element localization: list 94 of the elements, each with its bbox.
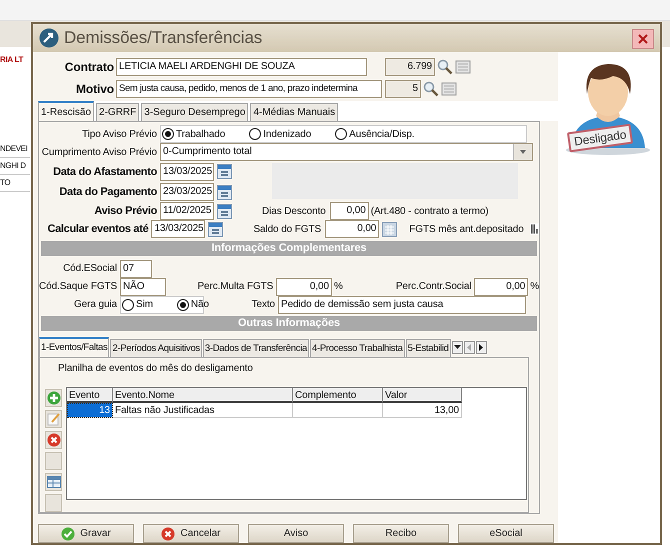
scroll-right-button[interactable]	[476, 340, 487, 354]
field-label: Data do Afastamento	[52, 166, 157, 178]
radio-option[interactable]: Indenizado	[249, 128, 312, 140]
field-note: (Art.480 - contrato a termo)	[370, 206, 489, 217]
field-label: Contrato	[64, 60, 114, 74]
tab[interactable]: 2-Períodos Aquisitivos	[110, 338, 202, 357]
table-icon	[46, 474, 60, 489]
delete-icon	[46, 432, 60, 447]
close-button[interactable]	[632, 29, 654, 49]
add-button[interactable]	[45, 388, 62, 407]
close-icon	[638, 34, 648, 44]
dropdown-field[interactable]: 0-Cumprimento total	[160, 143, 533, 162]
section-header: Informações Complementares	[41, 240, 537, 256]
edit-icon	[46, 412, 60, 426]
radio-option[interactable]: Não	[176, 298, 209, 311]
number-field[interactable]: 0,00	[325, 220, 380, 238]
caption: Planilha de eventos do mês do desligamento	[57, 362, 254, 376]
calendar-icon[interactable]	[217, 204, 232, 219]
calendar-icon[interactable]	[208, 222, 224, 237]
column-header[interactable]: Valor	[383, 388, 462, 403]
column-header[interactable]: Evento.Nome	[113, 388, 293, 403]
number-field[interactable]: 0,00	[330, 202, 369, 220]
action-button[interactable]: Recibo	[353, 524, 449, 543]
window-title: Demissões/Transferências	[64, 28, 262, 48]
unit-label: %	[530, 281, 539, 292]
left-arrow-icon	[467, 344, 472, 351]
reason-field[interactable]: Sem justa causa, pedido, menos de 1 ano, prazo indetermina	[116, 80, 382, 98]
code-field[interactable]: 5	[385, 80, 421, 98]
unit-label: %	[334, 281, 343, 292]
action-button[interactable]: eSocial	[458, 524, 554, 543]
text-field[interactable]: NÃO	[120, 278, 166, 296]
field-label: Dias Desconto	[262, 206, 326, 217]
date-field[interactable]: 23/03/2025	[160, 183, 214, 202]
tab[interactable]: 4-Processo Trabalhista	[310, 338, 405, 357]
code-field[interactable]: 6.799	[385, 58, 435, 76]
calendar-icon[interactable]	[217, 164, 232, 180]
list-icon[interactable]	[441, 81, 457, 97]
check-icon	[61, 526, 76, 540]
field-label: Motivo	[74, 82, 114, 96]
calculator-icon[interactable]	[382, 222, 398, 237]
date-field[interactable]: 13/03/2025	[160, 162, 214, 181]
column-header[interactable]: Evento	[67, 388, 113, 403]
table-cell: NGHI D	[0, 158, 30, 175]
plus-icon	[46, 390, 60, 405]
tab[interactable]: 4-Médias Manuais	[250, 103, 338, 121]
search-icon[interactable]	[423, 81, 439, 97]
delete-button[interactable]	[45, 430, 62, 449]
column-header[interactable]: Complemento	[293, 388, 383, 403]
text-field[interactable]: Pedido de demissão sem justa causa	[278, 296, 526, 314]
radio-option[interactable]: Trabalhado	[162, 128, 226, 140]
field-label: Saldo do FGTS	[253, 224, 322, 235]
section-header: Outras Informações	[41, 316, 537, 331]
company-name: RIA LT	[0, 55, 24, 64]
tab-list-button[interactable]	[452, 340, 463, 354]
date-field[interactable]: 11/02/2025	[160, 202, 214, 220]
table-cell: TO	[0, 175, 30, 192]
field-label: Cód.Saque FGTS	[39, 281, 117, 292]
number-field[interactable]: 0,00	[474, 278, 528, 296]
field-label: Data do Pagamento	[58, 186, 157, 198]
table-cell[interactable]: 13	[67, 402, 113, 418]
table-cell: 13,00	[383, 402, 462, 418]
text-field[interactable]: 07	[120, 260, 152, 278]
tab[interactable]: 2-GRRF	[96, 103, 140, 121]
table-cell: Faltas não Justificadas	[113, 402, 293, 418]
field-label: Perc.Multa FGTS	[196, 281, 274, 292]
date-field[interactable]: 13/03/2025	[151, 220, 206, 238]
calendar-icon[interactable]	[217, 184, 232, 200]
tab[interactable]: 1-Rescisão	[38, 101, 94, 121]
caret-icon	[454, 345, 461, 350]
field-label: Gera guia	[72, 299, 117, 310]
action-button[interactable]: Aviso	[248, 524, 344, 543]
field-label: Calcular eventos até	[46, 223, 148, 236]
tab[interactable]: 3-Seguro Desemprego	[141, 103, 248, 121]
grid-button[interactable]	[45, 472, 62, 491]
tab[interactable]: 3-Dados de Transferência	[202, 338, 310, 357]
app-logo-icon	[39, 28, 59, 48]
right-arrow-icon	[479, 344, 484, 351]
field-label: Cód.ESocial	[62, 263, 117, 274]
number-field[interactable]: 0,00	[276, 278, 332, 296]
list-icon[interactable]	[455, 59, 471, 75]
action-button[interactable]: Gravar	[38, 524, 134, 543]
contract-field[interactable]: LETICIA MAELI ARDENGHI DE SOUZA	[116, 58, 367, 76]
field-label: Cumprimento Aviso Prévio	[40, 146, 157, 158]
cancel-icon	[161, 526, 176, 540]
field-label: Perc.Contr.Social	[394, 281, 472, 292]
table-cell: NDEVEI	[0, 141, 30, 158]
search-icon[interactable]	[437, 59, 453, 75]
field-label: FGTS mês ant.depositado	[409, 224, 524, 235]
tab[interactable]: 5-Estabilid	[406, 338, 451, 357]
radio-option[interactable]: Ausência/Disp.	[335, 128, 414, 140]
tab[interactable]: 1-Eventos/Faltas	[39, 336, 110, 357]
action-button[interactable]: Cancelar	[143, 524, 239, 543]
field-label: Aviso Prévio	[93, 205, 157, 218]
field-label: Tipo Aviso Prévio	[80, 128, 157, 140]
